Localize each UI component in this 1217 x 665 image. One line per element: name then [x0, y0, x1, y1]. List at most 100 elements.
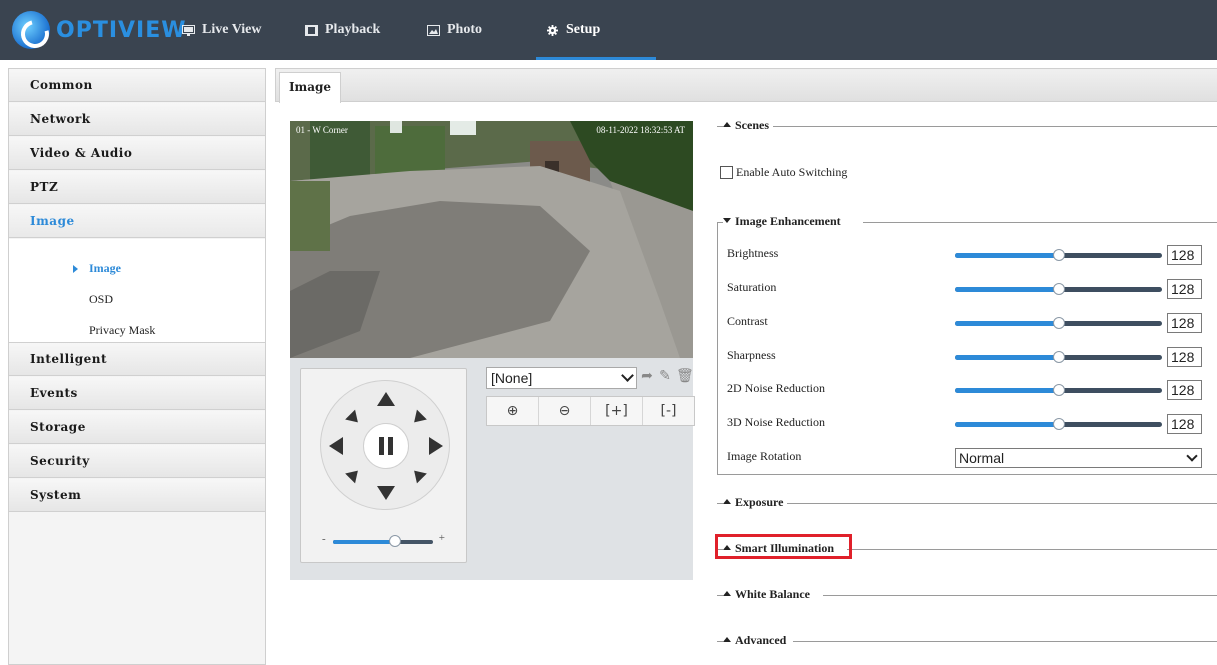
- section-advanced[interactable]: Advanced: [717, 633, 786, 649]
- divider: [847, 549, 1217, 550]
- brand-name: OPTIVIEW: [56, 17, 187, 43]
- divider: [773, 126, 1217, 127]
- nav-setup[interactable]: Setup: [536, 0, 656, 60]
- arrow-down-left-icon[interactable]: [345, 465, 363, 484]
- zoom-in-button[interactable]: ⊕: [487, 397, 539, 425]
- trash-icon[interactable]: 🗑: [676, 370, 694, 384]
- slider-knob[interactable]: [1052, 351, 1065, 363]
- section-exposure[interactable]: Exposure: [717, 495, 783, 511]
- logo-icon: [12, 11, 50, 49]
- enable-auto-switching-checkbox[interactable]: [720, 166, 733, 179]
- saturation-slider[interactable]: [955, 282, 1162, 296]
- 2d-noise-reduction-value[interactable]: 128: [1167, 380, 1202, 400]
- tab-bar: Image: [275, 68, 1217, 103]
- arrow-up-right-icon[interactable]: [409, 409, 427, 428]
- 3d-noise-reduction-slider[interactable]: [955, 417, 1162, 431]
- preset-select-value: [None]: [491, 370, 533, 386]
- arrow-up-left-icon[interactable]: [345, 409, 363, 428]
- caret-right-icon: [73, 265, 78, 273]
- ptz-box: - +: [300, 368, 467, 563]
- enable-auto-switching[interactable]: Enable Auto Switching: [720, 165, 847, 180]
- sharpness-value[interactable]: 128: [1167, 347, 1202, 367]
- submenu-item-image[interactable]: Image: [9, 253, 265, 284]
- preset-select[interactable]: [None]: [486, 367, 637, 389]
- param-label-image-rotation: Image Rotation: [727, 449, 802, 463]
- arrow-left-icon[interactable]: [329, 437, 343, 455]
- brightness-slider[interactable]: [955, 248, 1162, 262]
- chevron-down-icon: [621, 369, 634, 382]
- pause-button[interactable]: [363, 423, 409, 469]
- slider-knob[interactable]: [1052, 249, 1065, 261]
- param-label-sharpness: Sharpness: [727, 348, 776, 362]
- nav-playback-label: Playback: [325, 22, 381, 37]
- edit-icon[interactable]: ✎: [658, 370, 672, 384]
- goto-preset-icon[interactable]: ➦: [640, 370, 654, 384]
- ptz-speed-slider[interactable]: - +: [319, 532, 449, 549]
- sidebar-item-system[interactable]: System: [9, 479, 265, 512]
- slider-fill: [955, 355, 1059, 360]
- sidebar-item-image[interactable]: Image: [9, 205, 265, 238]
- arrow-down-icon[interactable]: [377, 486, 395, 500]
- video-preview[interactable]: 01 - W Corner 08-11-2022 18:32:53 AT: [290, 121, 693, 358]
- sidebar-item-security[interactable]: Security: [9, 445, 265, 478]
- brightness-value[interactable]: 128: [1167, 245, 1202, 265]
- submenu-item-osd[interactable]: OSD: [9, 284, 265, 315]
- slider-fill: [955, 422, 1059, 427]
- nav-photo[interactable]: Photo: [427, 0, 482, 60]
- sidebar-item-common[interactable]: Common: [9, 69, 265, 102]
- pause-icon: [379, 437, 384, 455]
- slider-knob[interactable]: [1052, 418, 1065, 430]
- contrast-value[interactable]: 128: [1167, 313, 1202, 333]
- saturation-value[interactable]: 128: [1167, 279, 1202, 299]
- osd-camera-name: 01 - W Corner: [296, 125, 348, 135]
- sharpness-slider[interactable]: [955, 350, 1162, 364]
- sidebar-item-storage[interactable]: Storage: [9, 411, 265, 444]
- brand-logo: OPTIVIEW: [12, 10, 187, 50]
- osd-timestamp: 08-11-2022 18:32:53 AT: [596, 125, 685, 135]
- nav-playback[interactable]: Playback: [305, 0, 380, 60]
- caret-up-icon: [723, 499, 731, 504]
- slider-plus: +: [438, 532, 445, 544]
- nav-live-view[interactable]: Live View: [182, 0, 262, 60]
- submenu-item-image-label: Image: [89, 261, 121, 275]
- section-scenes-label: Scenes: [735, 118, 769, 132]
- slider-knob[interactable]: [1052, 317, 1065, 329]
- submenu-item-privacy-mask[interactable]: Privacy Mask: [9, 315, 265, 346]
- zoom-out-button[interactable]: ⊖: [539, 397, 591, 425]
- focus-far-button[interactable]: [-]: [643, 397, 694, 425]
- 2d-noise-reduction-slider[interactable]: [955, 383, 1162, 397]
- section-scenes[interactable]: Scenes: [717, 118, 769, 134]
- slider-fill: [333, 540, 395, 544]
- slider-knob[interactable]: [1052, 283, 1065, 295]
- caret-up-icon: [723, 122, 731, 127]
- caret-up-icon: [723, 591, 731, 596]
- sidebar-item-intelligent[interactable]: Intelligent: [9, 343, 265, 376]
- ptz-control-panel: - + [None] ➦ ✎ 🗑 ⊕ ⊖ [+] [-]: [290, 358, 695, 580]
- highlight-box: [715, 534, 852, 559]
- image-rotation-value: Normal: [959, 450, 1005, 466]
- nav-live-view-label: Live View: [202, 22, 262, 37]
- sidebar-item-events[interactable]: Events: [9, 377, 265, 410]
- section-image-enhancement[interactable]: Image Enhancement: [717, 214, 841, 230]
- sidebar-item-video-audio[interactable]: Video & Audio: [9, 137, 265, 170]
- tab-image[interactable]: Image: [279, 72, 341, 103]
- arrow-right-icon[interactable]: [429, 437, 443, 455]
- sidebar-item-ptz[interactable]: PTZ: [9, 171, 265, 204]
- contrast-slider[interactable]: [955, 316, 1162, 330]
- slider-fill: [955, 287, 1059, 292]
- focus-near-icon: [+]: [605, 403, 628, 419]
- camera-image: [290, 121, 693, 358]
- sidebar-item-network[interactable]: Network: [9, 103, 265, 136]
- ptz-direction-pad: [320, 380, 450, 510]
- slider-knob[interactable]: [389, 535, 401, 547]
- section-white-balance[interactable]: White Balance: [717, 587, 810, 603]
- param-label-2d-noise-reduction: 2D Noise Reduction: [727, 381, 825, 395]
- slider-fill: [955, 321, 1059, 326]
- top-bar: OPTIVIEW Live View Playback Photo Setup: [0, 0, 1217, 60]
- slider-knob[interactable]: [1052, 384, 1065, 396]
- image-rotation-select[interactable]: Normal: [955, 448, 1202, 468]
- 3d-noise-reduction-value[interactable]: 128: [1167, 414, 1202, 434]
- arrow-up-icon[interactable]: [377, 392, 395, 406]
- focus-near-button[interactable]: [+]: [591, 397, 643, 425]
- arrow-down-right-icon[interactable]: [409, 465, 427, 484]
